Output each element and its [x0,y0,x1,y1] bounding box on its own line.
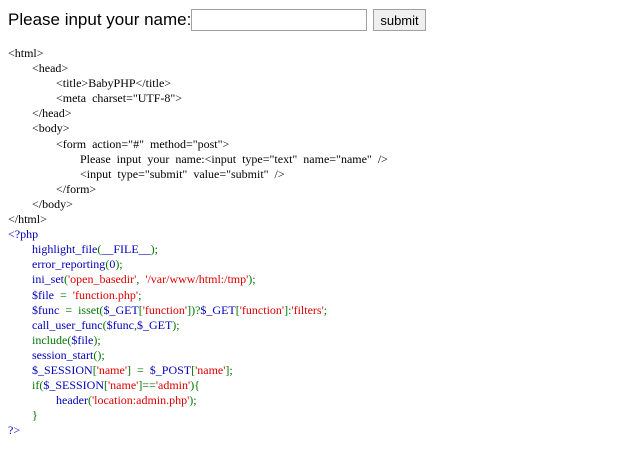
code-token: , [136,272,146,287]
code-token: call_user_func [8,317,103,332]
code-token: 'admin' [155,378,191,393]
code-token: ); [248,272,256,287]
code-token: $_GET [103,302,139,317]
code-token: $_GET [200,302,236,317]
code-token: ; [323,302,328,317]
code-token: ?> [8,423,21,438]
code-token: include( [8,332,72,347]
code-token: $file [71,332,94,347]
html-code-line: <body> [8,121,70,136]
code-token: ); [189,393,197,408]
code-token: } [8,408,38,423]
php-code-line: include($file); [8,333,101,347]
name-prompt-label: Please input your name: [8,10,192,29]
code-token: 'function' [142,302,188,317]
code-token: = isset( [65,302,104,317]
code-token: ] = [127,362,150,377]
code-token: (); [93,347,105,362]
code-token: ]== [138,378,156,393]
code-token: $func [8,302,66,317]
code-token: 'name' [195,362,226,377]
php-code-line: $_SESSION['name'] = $_POST['name']; [8,363,233,377]
php-code-line: session_start(); [8,348,105,362]
code-token: ); [115,257,123,272]
html-code-line: </body> [8,196,73,211]
name-form: Please input your name: submit [8,6,426,34]
code-token: 'open_basedir' [68,272,137,287]
code-token: ; [138,287,142,302]
code-token: $_SESSION [8,362,93,377]
code-token: ); [150,242,159,257]
php-code-line: ini_set('open_basedir', '/var/www/html:/… [8,272,256,286]
php-code-line: if($_SESSION['name']=='admin'){ [8,378,200,392]
submit-button[interactable]: submit [373,9,426,31]
html-code-line: </form> [8,181,97,196]
code-token: ]; [225,362,233,377]
highlighted-source-code: <html> <head> <title>BabyPHP</title> <me… [8,46,388,438]
code-token: 'name' [108,378,139,393]
php-code-line: ?> [8,423,20,437]
code-token: if( [8,378,44,393]
code-token: 'location:admin.php' [91,393,190,408]
code-token: $_SESSION [43,378,105,393]
code-token: 'name' [96,362,127,377]
code-token: ini_set [8,272,64,287]
code-token: __FILE__ [101,242,151,257]
html-code-line: Please input your name:<input type="text… [8,151,388,166]
code-token: ); [93,332,101,347]
html-code-line: <html> [8,46,44,60]
html-code-line: <head> [8,61,69,76]
html-source-block: <html> <head> <title>BabyPHP</title> <me… [8,46,388,226]
code-token: $func [106,317,134,332]
php-code-line: } [8,408,38,422]
code-token: ])? [187,302,201,317]
code-token: <?php [8,227,39,242]
html-code-line: <input type="submit" value="submit" /> [8,166,285,181]
php-code-line: highlight_file(__FILE__); [8,242,158,256]
code-token: 'function' [239,302,285,317]
code-token: session_start [8,347,94,362]
code-token: $_POST [149,362,192,377]
code-token: = [60,287,73,302]
php-code-line: <?php [8,227,38,241]
html-code-line: <form action="#" method="post"> [8,136,230,151]
name-input[interactable] [191,9,368,31]
code-token: $file [8,287,60,302]
php-code-line: call_user_func($func,$_GET); [8,318,180,332]
php-code-line: header('location:admin.php'); [8,393,197,407]
html-code-line: <meta charset="UTF-8"> [8,91,183,106]
php-code-line: error_reporting(0); [8,257,123,271]
html-code-line: </html> [8,212,47,227]
html-code-line: </head> [8,106,72,121]
code-token: ); [172,317,180,332]
php-code-line: $func = isset($_GET['function'])?$_GET['… [8,303,327,317]
code-token: '/var/www/html:/tmp' [145,272,249,287]
code-token: header [8,393,88,408]
html-code-line: <title>BabyPHP</title> [8,76,172,91]
code-token: highlight_file [8,242,98,257]
php-source-block: <?php highlight_file(__FILE__); error_re… [8,227,327,437]
code-token: ){ [190,378,200,393]
code-token: error_reporting [8,257,106,272]
code-token: $_GET [136,317,173,332]
code-token: 'filters' [291,302,324,317]
code-token: 'function.php' [72,287,139,302]
php-code-line: $file = 'function.php'; [8,288,141,302]
